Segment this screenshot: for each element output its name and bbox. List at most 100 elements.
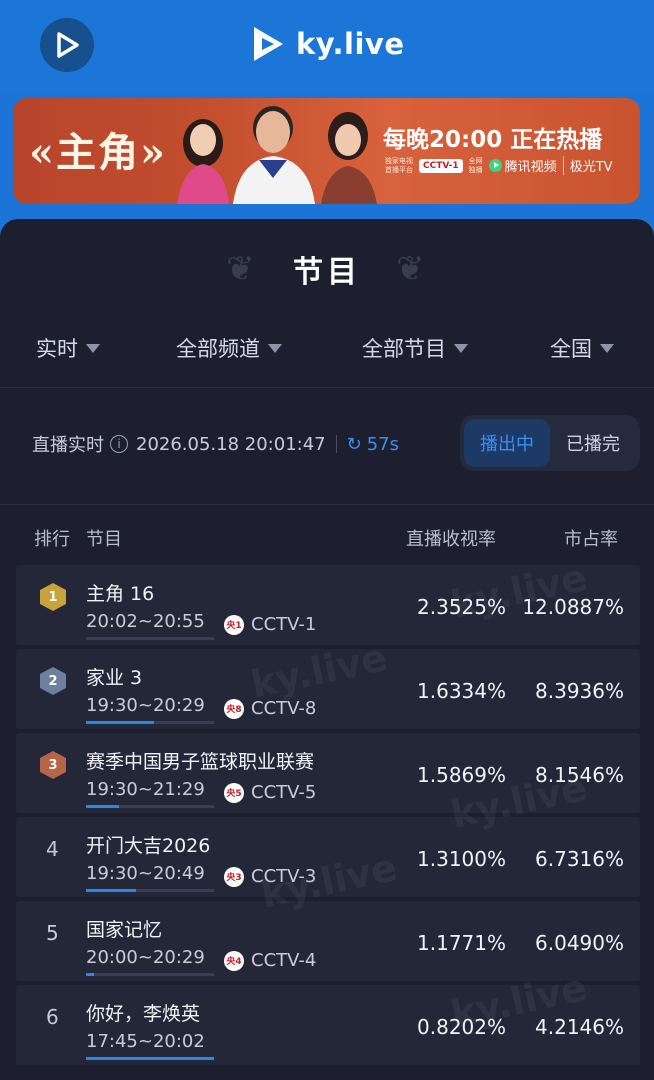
program-name[interactable]: 赛季中国男子篮球职业联赛: [86, 747, 314, 774]
airing-progress-bar: [86, 805, 214, 808]
toggle-airing[interactable]: 播出中: [464, 419, 550, 467]
market-share: 12.0887%: [522, 595, 624, 619]
channel-label: 央5 CCTV-5: [224, 782, 316, 803]
cctv-channel-icon: 央1: [224, 614, 244, 635]
live-rating: 0.8202%: [417, 1015, 506, 1039]
logo-text: ky.live: [296, 27, 405, 61]
live-rating: 1.6334%: [417, 679, 506, 703]
toggle-aired[interactable]: 已播完: [550, 419, 636, 467]
caret-down-icon: [454, 343, 468, 353]
banner-partner-logos: 独家电视 首播平台 CCTV-1 全网 独播 腾讯视频 极光TV: [385, 156, 613, 175]
live-rating: 2.3525%: [417, 595, 506, 619]
jiguang-tv-logo: 极光TV: [562, 156, 613, 175]
program-time: 19:30~20:49: [86, 863, 205, 884]
filter-channel[interactable]: 全部频道: [176, 333, 282, 363]
rank-medal-icon: 1: [40, 583, 66, 611]
banner-note-2: 全网 独播: [468, 156, 483, 174]
page-title: 节目: [293, 255, 361, 290]
play-logo-icon: [57, 32, 79, 58]
table-row[interactable]: 5 国家记忆 20:00~20:29 央4 CCTV-4 1.1771% 6.0…: [16, 901, 640, 981]
rank-number: 6: [46, 1005, 59, 1029]
refresh-countdown: 57s: [366, 433, 400, 455]
ratings-table: 1 主角 16 20:02~20:55 央1 CCTV-1 2.3525% 12…: [16, 565, 640, 1069]
airing-toggle: 播出中 已播完: [460, 415, 640, 471]
market-share: 4.2146%: [535, 1015, 624, 1039]
live-rating: 1.5869%: [417, 763, 506, 787]
channel-name: CCTV-5: [251, 782, 317, 803]
airing-progress-fill: [86, 973, 94, 976]
channel-label: 央4 CCTV-4: [224, 950, 316, 971]
tencent-video-icon: [488, 159, 502, 172]
refresh-timer-icon: ↻: [346, 433, 362, 455]
program-time: 19:30~20:29: [86, 695, 205, 716]
ratings-panel: ❦ ❦ 节目 实时 全部频道 全部节目 全国 直播实时 i 2026.05.18…: [0, 219, 654, 1080]
rank-number: 4: [46, 837, 59, 861]
ky-logo-icon: [254, 27, 283, 61]
cctv-channel-icon: 央8: [224, 698, 244, 719]
divider: [0, 387, 654, 388]
market-share: 6.7316%: [535, 847, 624, 871]
filter-region[interactable]: 全国: [550, 333, 614, 363]
col-rating[interactable]: 直播收视率: [406, 525, 496, 551]
col-share[interactable]: 市占率: [564, 525, 618, 551]
live-rating: 1.3100%: [417, 847, 506, 871]
col-program[interactable]: 节目: [86, 525, 122, 551]
filter-program[interactable]: 全部节目: [362, 333, 468, 363]
info-icon[interactable]: i: [110, 435, 128, 453]
table-row[interactable]: 6 你好，李焕英 17:45~20:02 0.8202% 4.2146%: [16, 985, 640, 1065]
live-status: 直播实时 i 2026.05.18 20:01:47 ↻ 57s: [32, 431, 399, 457]
caret-down-icon: [86, 343, 100, 353]
caret-down-icon: [600, 343, 614, 353]
rank-number: 5: [46, 921, 59, 945]
col-rank[interactable]: 排行: [34, 525, 70, 551]
program-name[interactable]: 开门大吉2026: [86, 831, 210, 858]
airing-progress-fill: [86, 1057, 214, 1060]
airing-progress-bar: [86, 1057, 214, 1060]
table-row[interactable]: 4 开门大吉2026 19:30~20:49 央3 CCTV-3 1.3100%…: [16, 817, 640, 897]
table-row[interactable]: 3 赛季中国男子篮球职业联赛 19:30~21:29 央5 CCTV-5 1.5…: [16, 733, 640, 813]
airing-progress-bar: [86, 721, 214, 724]
program-name[interactable]: 你好，李焕英: [86, 999, 200, 1026]
filter-time[interactable]: 实时: [36, 333, 100, 363]
channel-label: 央8 CCTV-8: [224, 698, 316, 719]
promo-banner[interactable]: «主角» 每晚20:00 正在热播 独家电视 首播平台 CCTV-1 全网 独播 腾…: [13, 98, 640, 204]
status-label: 直播实时: [32, 435, 104, 456]
cctv-logo-icon: CCTV-1: [419, 158, 463, 173]
filter-bar: 实时 全部频道 全部节目 全国: [0, 333, 654, 373]
banner-cast-image: [177, 106, 377, 204]
banner-title: «主角»: [29, 129, 167, 176]
airing-progress-fill: [86, 889, 136, 892]
caret-down-icon: [268, 343, 282, 353]
table-row[interactable]: 2 家业 3 19:30~20:29 央8 CCTV-8 1.6334% 8.3…: [16, 649, 640, 729]
tencent-video-logo: 腾讯视频: [488, 156, 557, 175]
channel-name: CCTV-4: [251, 950, 317, 971]
cctv-channel-icon: 央3: [224, 866, 244, 887]
app-icon[interactable]: [40, 18, 94, 72]
channel-name: CCTV-1: [251, 614, 317, 635]
airing-progress-bar: [86, 637, 214, 640]
cctv-channel-icon: 央5: [224, 782, 244, 803]
program-name[interactable]: 家业 3: [86, 663, 142, 690]
banner-slogan: 每晚20:00 正在热播: [383, 127, 603, 153]
live-rating: 1.1771%: [417, 931, 506, 955]
table-header: 排行 节目 直播收视率 市占率: [0, 504, 654, 564]
banner-note: 独家电视 首播平台: [385, 156, 413, 174]
program-name[interactable]: 国家记忆: [86, 915, 162, 942]
program-time: 19:30~21:29: [86, 779, 205, 800]
market-share: 8.1546%: [535, 763, 624, 787]
airing-progress-bar: [86, 889, 214, 892]
separator: [335, 435, 337, 453]
brand-logo: ky.live: [250, 22, 405, 66]
program-name[interactable]: 主角 16: [86, 579, 154, 606]
channel-label: 央1 CCTV-1: [224, 614, 316, 635]
table-row[interactable]: 1 主角 16 20:02~20:55 央1 CCTV-1 2.3525% 12…: [16, 565, 640, 645]
channel-name: CCTV-8: [251, 698, 317, 719]
program-time: 20:02~20:55: [86, 611, 205, 632]
rank-medal-icon: 2: [40, 667, 66, 695]
top-bar: ky.live: [0, 0, 654, 92]
market-share: 6.0490%: [535, 931, 624, 955]
market-share: 8.3936%: [535, 679, 624, 703]
cctv-channel-icon: 央4: [224, 950, 244, 971]
timestamp: 2026.05.18 20:01:47: [136, 433, 326, 455]
rank-medal-icon: 3: [40, 751, 66, 779]
